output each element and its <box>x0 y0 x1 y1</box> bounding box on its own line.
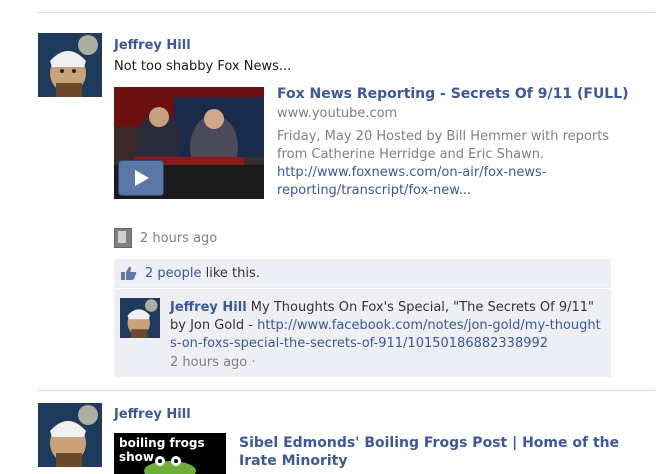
video-icon <box>114 228 132 248</box>
comment-avatar[interactable] <box>120 298 160 338</box>
post-message: Not too shabby Fox News... <box>114 59 292 74</box>
comment-body: Jeffrey Hill My Thoughts On Fox's Specia… <box>170 299 606 353</box>
likes-summary: 2 people like this. <box>145 266 260 281</box>
comment-meta: 2 hours ago · <box>170 355 256 370</box>
top-divider <box>38 12 655 13</box>
post-divider <box>38 390 655 391</box>
avatar-post2[interactable] <box>38 403 102 467</box>
attachment-description: Friday, May 20 Hosted by Bill Hemmer wit… <box>277 129 610 162</box>
attachment-title-link[interactable]: Fox News Reporting - Secrets Of 9/11 (FU… <box>277 86 629 102</box>
comment-author-link[interactable]: Jeffrey Hill <box>170 300 247 315</box>
likes-suffix: like this. <box>201 266 260 281</box>
video-thumbnail[interactable] <box>114 87 264 199</box>
play-button-icon[interactable] <box>118 160 164 196</box>
link-thumbnail[interactable]: boiling frogs show <box>114 433 226 474</box>
comment-separator: · <box>251 355 256 370</box>
attachment-url-link[interactable]: http://www.foxnews.com/on-air/fox-news-r… <box>277 164 577 200</box>
post-author[interactable]: Jeffrey Hill <box>114 38 191 53</box>
likes-bar: 2 people like this. <box>114 259 611 288</box>
comment-item: Jeffrey Hill My Thoughts On Fox's Specia… <box>114 289 611 377</box>
comment-timestamp[interactable]: 2 hours ago <box>170 355 247 370</box>
post2-attachment-title-link[interactable]: Sibel Edmonds' Boiling Frogs Post | Home… <box>239 434 639 470</box>
thumbs-up-icon <box>121 266 137 280</box>
likes-count-link[interactable]: 2 people <box>145 266 201 281</box>
post-timestamp[interactable]: 2 hours ago <box>140 231 217 246</box>
avatar[interactable] <box>38 33 102 97</box>
post2-author[interactable]: Jeffrey Hill <box>114 407 191 422</box>
attachment-domain: www.youtube.com <box>277 106 398 121</box>
post-meta: 2 hours ago <box>114 228 217 248</box>
